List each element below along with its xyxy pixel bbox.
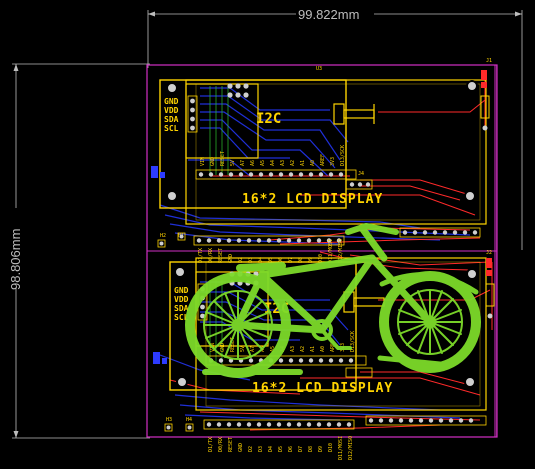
svg-text:D3: D3 [258,446,264,452]
height-dimension-label: 98.806mm [8,229,23,290]
lcd-label-top: 16*2 LCD DISPLAY [242,192,383,207]
svg-text:RESET: RESET [220,151,226,166]
pin-label-sda-bottom: SDA [174,304,189,313]
svg-text:D9: D9 [318,446,324,452]
pin-label-vdd-top: VDD [164,106,179,115]
svg-text:D1/TX: D1/TX [198,248,204,263]
svg-text:5V: 5V [240,346,246,352]
svg-text:A0: A0 [310,160,316,166]
svg-text:3V3: 3V3 [330,157,336,166]
svg-text:GND: GND [220,343,226,352]
arduino-header-upper-top [198,172,344,177]
svg-text:A4: A4 [270,160,276,166]
svg-text:D11/MOSI: D11/MOSI [328,239,334,263]
svg-text:A7: A7 [250,346,256,352]
svg-text:D10: D10 [328,443,334,452]
pcb-layout-canvas: 99.822mm 98.806mm GND VDD SDA SCL I2C 16… [8,7,523,460]
pin-label-vdd-bottom: VDD [174,295,189,304]
svg-text:D5: D5 [278,446,284,452]
svg-text:D2: D2 [248,446,254,452]
top-module: GND VDD SDA SCL I2C 16*2 LCD DISPLAY U3 … [151,58,492,263]
mounting-hole-mid-right [464,190,476,202]
mounting-hole-top-right [466,80,478,92]
ref-j4: J4 [358,171,364,177]
svg-text:D12/MISO: D12/MISO [348,436,354,460]
smd-pad-top [151,166,158,178]
svg-text:D1/TX: D1/TX [208,437,214,452]
svg-text:D11/MOSI: D11/MOSI [338,436,344,460]
svg-text:A7: A7 [240,160,246,166]
svg-text:D7: D7 [298,446,304,452]
lcd-label-bottom: 16*2 LCD DISPLAY [252,381,393,396]
svg-text:A3: A3 [280,160,286,166]
svg-text:D0/RX: D0/RX [218,437,224,452]
svg-text:D13/SCK: D13/SCK [340,145,346,166]
ref-h4: H4 [186,417,192,423]
svg-text:RESET: RESET [218,248,224,263]
ref-u3: U3 [316,66,322,72]
svg-text:A0: A0 [320,346,326,352]
svg-text:A2: A2 [290,160,296,166]
i2c-label-top: I2C [256,111,281,127]
ref-j2: J2 [486,250,492,256]
digital-pin-labels-bottom: D1/TX D0/RX RESET GND D2 D3 D4 D5 D6 D7 … [208,436,354,460]
svg-text:AREF: AREF [320,154,326,166]
dimension-height: 98.806mm [8,63,150,439]
ref-h3: H3 [166,417,172,423]
svg-text:5V: 5V [230,160,236,166]
jumper-pads-top [227,83,249,98]
svg-text:VIN: VIN [200,157,206,166]
svg-text:GND: GND [238,443,244,452]
svg-text:D4: D4 [268,446,274,452]
ref-j1: J1 [486,58,492,64]
svg-text:A6: A6 [250,160,256,166]
arduino-header-lower-top [196,238,342,243]
svg-text:A1: A1 [310,346,316,352]
svg-text:A5: A5 [260,160,266,166]
svg-text:RESET: RESET [228,437,234,452]
pin-label-sda-top: SDA [164,115,179,124]
width-dimension-label: 99.822mm [298,7,359,22]
mounting-hole-top-left [166,82,178,94]
ref-h2: H2 [160,233,166,239]
svg-text:D6: D6 [288,446,294,452]
svg-text:A1: A1 [300,160,306,166]
pin-label-gnd-bottom: GND [174,286,189,295]
pin-label-gnd-top: GND [164,97,179,106]
pin-label-scl-top: SCL [164,124,179,133]
i2c-header-pads-top [190,98,195,131]
svg-text:GND: GND [210,157,216,166]
svg-text:D0/RX: D0/RX [208,248,214,263]
svg-text:A3: A3 [290,346,296,352]
svg-text:A2: A2 [300,346,306,352]
svg-text:D8: D8 [308,446,314,452]
mounting-hole-mid-left [166,190,178,202]
